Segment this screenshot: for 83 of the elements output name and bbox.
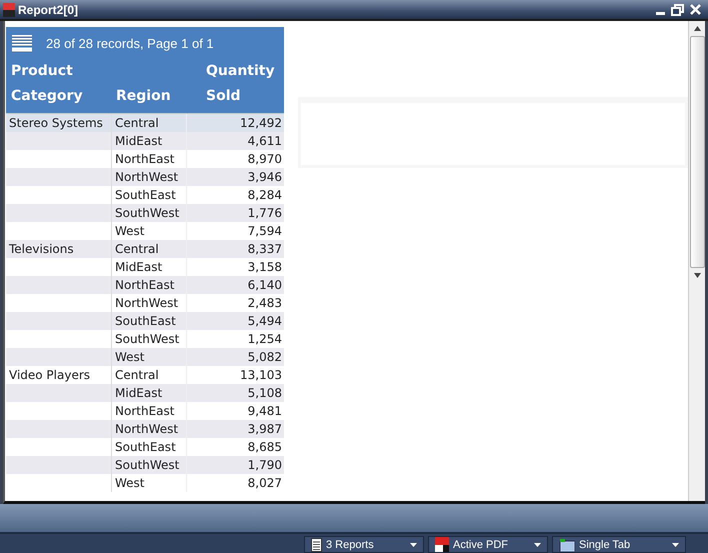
report-icon	[3, 2, 15, 16]
table-cell: Central	[115, 368, 159, 382]
table-cell: Stereo Systems	[9, 116, 103, 130]
close-button[interactable]	[689, 4, 702, 16]
table-cell: SouthEast	[115, 314, 176, 328]
table-cell: 3,946	[248, 170, 282, 184]
dropdown[interactable]: Single Tab	[552, 536, 686, 553]
table-cell: SouthEast	[115, 188, 176, 202]
table-cell: 6,140	[248, 278, 282, 292]
table-cell: 13,103	[240, 368, 282, 382]
table-cell: Central	[115, 242, 159, 256]
table-cell: SouthEast	[115, 440, 176, 454]
table-row[interactable]: NorthEast 6,140	[6, 276, 284, 294]
column-header[interactable]: Sold	[206, 84, 284, 109]
dropdown[interactable]: 3 Reports	[304, 536, 424, 553]
table-cell: 8,970	[248, 152, 282, 166]
caret-icon	[410, 542, 417, 546]
table-cell: 9,481	[248, 404, 282, 418]
table-row[interactable]: SouthWest 1,790	[6, 456, 284, 474]
table-cell: 2,483	[248, 296, 282, 310]
table-cell: 4,611	[248, 134, 282, 148]
table-cell: Video Players	[9, 368, 90, 382]
record-summary: 28 of 28 records, Page 1 of 1	[46, 36, 214, 50]
table-cell: West	[115, 224, 145, 238]
table-cell: NorthEast	[115, 278, 174, 292]
table-cell: 7,594	[248, 224, 282, 238]
table-cell: SouthWest	[115, 458, 180, 472]
table-row[interactable]: Stereo Systems Central 12,492	[6, 113, 284, 132]
menu-icon[interactable]	[12, 34, 32, 52]
table-cell: 5,108	[248, 386, 282, 400]
table-row[interactable]: Video Players Central 13,103	[6, 366, 284, 384]
table-cell: 8,685	[248, 440, 282, 454]
table-cell: 3,158	[248, 260, 282, 274]
scroll-down-icon[interactable]	[694, 273, 700, 278]
table-row[interactable]: NorthWest 3,987	[6, 420, 284, 438]
table-cell: 8,337	[248, 242, 282, 256]
table-cell: NorthWest	[115, 422, 178, 436]
table-cell: Central	[115, 116, 159, 130]
table-cell: NorthWest	[115, 296, 178, 310]
window-title: Report2[0]	[18, 2, 80, 16]
table-cell: MidEast	[115, 134, 162, 148]
table-cell: West	[115, 476, 145, 490]
table-row[interactable]: Televisions Central 8,337	[6, 240, 284, 258]
table-cell: 8,027	[248, 476, 282, 490]
table-cell: 5,494	[248, 314, 282, 328]
table-cell: NorthEast	[115, 404, 174, 418]
caret-icon	[672, 542, 679, 546]
table-row[interactable]: MidEast 5,108	[6, 384, 284, 402]
scroll-up-icon[interactable]	[694, 26, 700, 31]
table-cell: 1,790	[248, 458, 282, 472]
table-row[interactable]: SouthEast 5,494	[6, 312, 284, 330]
column-header[interactable]: Product	[11, 59, 111, 84]
caret-icon	[534, 542, 541, 546]
column-header[interactable]: Quantity	[206, 59, 284, 84]
table-cell: Televisions	[9, 242, 74, 256]
column-header[interactable]: Region	[116, 84, 201, 109]
table-row[interactable]: MidEast 4,611	[6, 132, 284, 150]
table-cell: SouthWest	[115, 206, 180, 220]
table-cell: 1,776	[248, 206, 282, 220]
table-cell: West	[115, 350, 145, 364]
vertical-scrollbar[interactable]	[688, 21, 705, 501]
table-cell: MidEast	[115, 260, 162, 274]
table-cell: 5,082	[248, 350, 282, 364]
table-cell: MidEast	[115, 386, 162, 400]
minimize-icon	[656, 12, 665, 14]
folder-icon	[559, 538, 575, 552]
table-cell: NorthEast	[115, 152, 174, 166]
column-header[interactable]: Category	[11, 84, 111, 109]
restore-button[interactable]	[670, 4, 685, 16]
pdf-icon	[435, 537, 449, 552]
close-icon	[690, 4, 701, 15]
table-cell: 1,254	[248, 332, 282, 346]
table-row[interactable]: West 5,082	[6, 348, 284, 366]
table-row[interactable]: SouthWest 1,776	[6, 204, 284, 222]
table-cell: SouthWest	[115, 332, 180, 346]
restore-icon	[671, 4, 684, 16]
table-cell: 12,492	[240, 116, 282, 130]
table-row[interactable]: NorthWest 3,946	[6, 168, 284, 186]
table-cell: NorthWest	[115, 170, 178, 184]
dropdown[interactable]: Active PDF	[428, 536, 548, 553]
document-icon	[311, 538, 322, 552]
table-cell: 8,284	[248, 188, 282, 202]
table-cell: 3,987	[248, 422, 282, 436]
